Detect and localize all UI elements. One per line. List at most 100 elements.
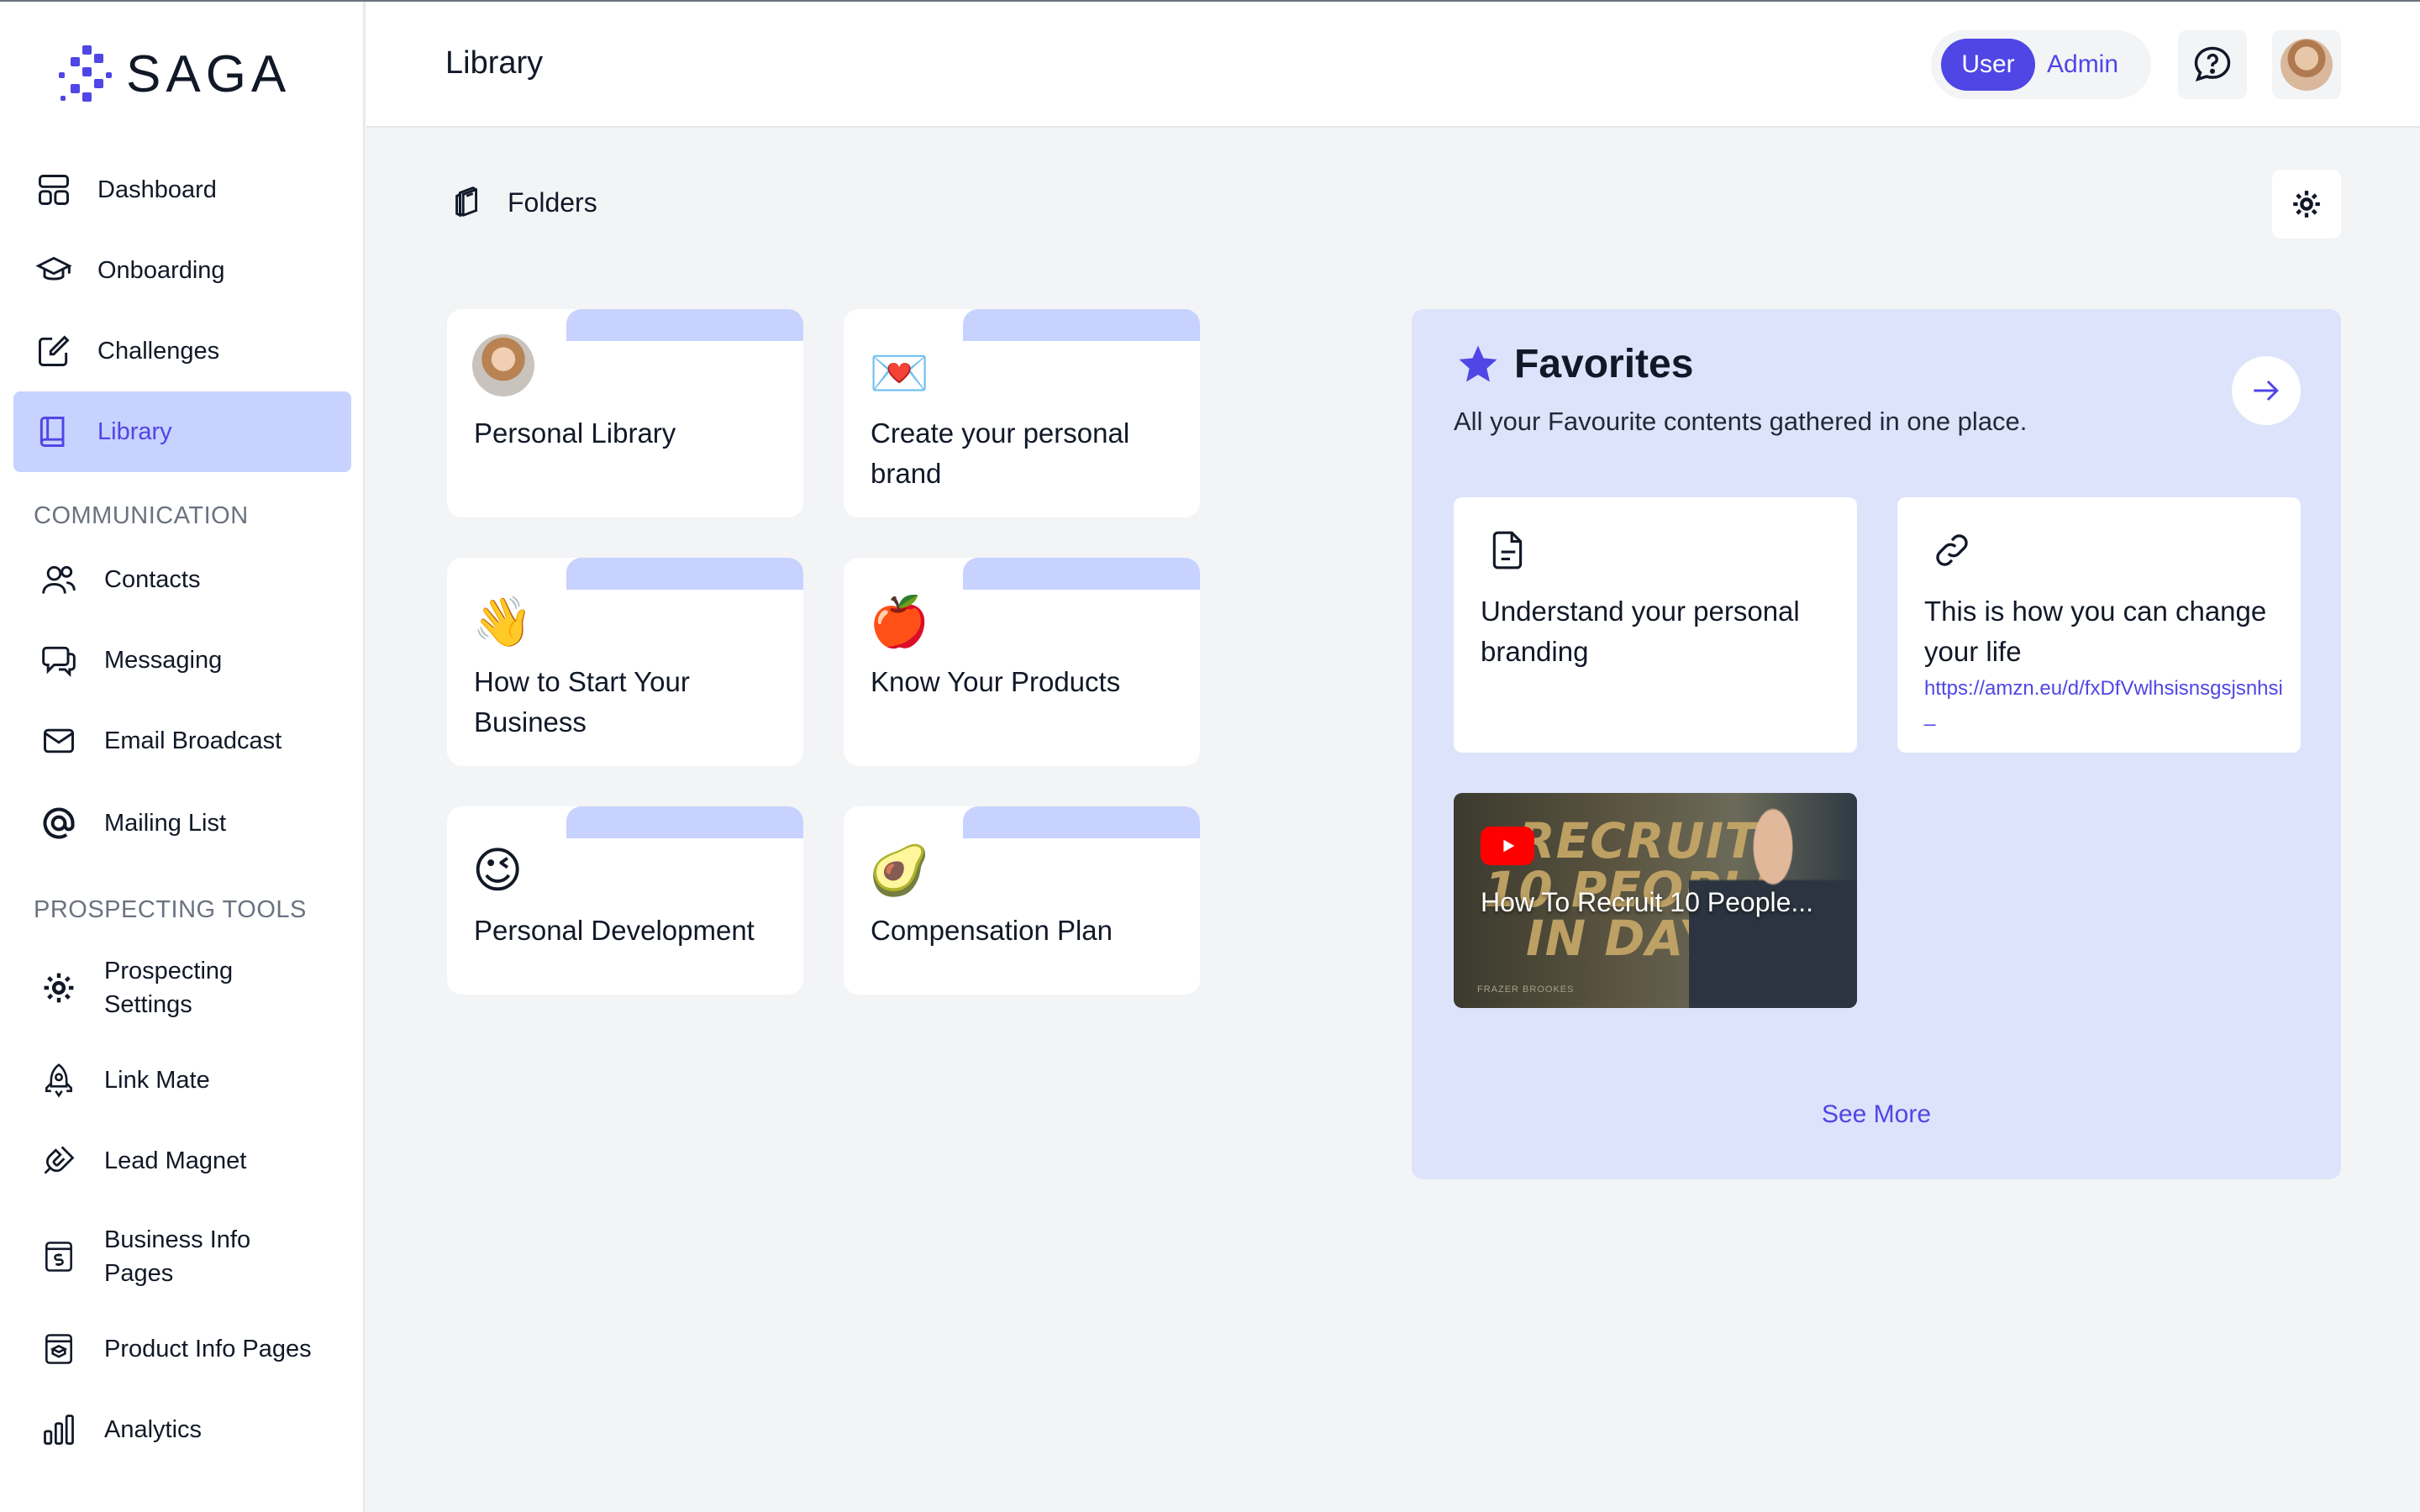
at-sign-icon: [43, 807, 75, 839]
favorite-title: Understand your personal branding: [1481, 596, 1800, 667]
sidebar: SAGA Dashboard Onboarding Challenges Lib…: [0, 2, 365, 1512]
sidebar-item-label: Dashboard: [97, 176, 217, 203]
favorites-panel: Favorites All your Favourite contents ga…: [1412, 309, 2341, 1179]
app-logo[interactable]: SAGA: [55, 44, 291, 106]
saga-logo-icon: [59, 45, 112, 102]
dashboard-icon: [39, 175, 69, 205]
magnet-icon: [44, 1146, 75, 1174]
favorite-link[interactable]: https://amzn.eu/d/fxDfVwlhsisnsgsjsnhsi_: [1924, 675, 2286, 729]
app-name: SAGA: [126, 45, 292, 103]
folder-tab: [566, 309, 803, 341]
product-page-icon: [45, 1334, 72, 1364]
label-line: Business Info: [104, 1226, 251, 1253]
sidebar-item-label: Product Info Pages: [104, 1336, 312, 1362]
sidebar-item-onboarding[interactable]: Onboarding: [13, 230, 351, 311]
sidebar-item-lead-magnet[interactable]: Lead Magnet: [13, 1121, 351, 1201]
avatar: [2281, 39, 2333, 91]
role-admin-option[interactable]: Admin: [2047, 50, 2118, 79]
sidebar-item-prospecting-settings[interactable]: Prospecting Settings: [13, 946, 351, 1030]
folder-card-personal-library[interactable]: Personal Library: [447, 309, 803, 517]
folder-title: Create your personal brand: [871, 417, 1130, 489]
folder-tab: [566, 558, 803, 590]
sidebar-item-label: Business Info Pages: [104, 1223, 250, 1290]
help-button[interactable]: [2178, 30, 2247, 99]
gear-icon: [44, 973, 74, 1003]
play-icon: [1503, 839, 1515, 853]
role-toggle[interactable]: User Admin: [1931, 30, 2151, 99]
role-user-option[interactable]: User: [1941, 39, 2035, 91]
envelope-icon: [44, 728, 74, 753]
folder-title: Personal Development: [474, 915, 755, 946]
sidebar-item-dashboard[interactable]: Dashboard: [13, 150, 351, 230]
favorites-subtitle: All your Favourite contents gathered in …: [1454, 407, 2028, 436]
video-credit: FRAZER BROOKES: [1477, 984, 1575, 995]
winking-face-icon: 😉: [472, 842, 523, 899]
document-icon: [1492, 531, 1523, 570]
favorite-title: This is how you can change your life: [1924, 596, 2267, 667]
dollar-page-icon: [45, 1242, 72, 1272]
folder-card-compensation-plan[interactable]: 🥑 Compensation Plan: [844, 806, 1200, 995]
link-icon: [1936, 534, 1968, 566]
sidebar-item-label: Library: [97, 418, 172, 445]
folders-stack-icon: [455, 186, 478, 218]
sidebar-item-messaging[interactable]: Messaging: [13, 620, 351, 701]
label-line: Settings: [104, 991, 192, 1018]
favorites-open-button[interactable]: [2232, 356, 2301, 425]
folder-tab: [963, 806, 1200, 838]
sidebar-item-link-mate[interactable]: Link Mate: [13, 1040, 351, 1121]
folder-title: Know Your Products: [871, 666, 1121, 697]
label-line: Prospecting: [104, 958, 234, 984]
apple-icon: 🍎: [869, 593, 930, 650]
star-icon: [1459, 345, 1497, 381]
folder-title: Personal Library: [474, 417, 676, 449]
label-line: Pages: [104, 1260, 174, 1287]
rocket-icon: [45, 1063, 72, 1098]
sidebar-item-analytics[interactable]: Analytics: [13, 1389, 351, 1470]
sidebar-item-label: Contacts: [104, 566, 201, 593]
folder-title: Compensation Plan: [871, 915, 1113, 946]
folder-card-start-business[interactable]: 👋 How to Start Your Business: [447, 558, 803, 766]
graduation-cap-icon: [35, 256, 72, 281]
sidebar-item-challenges[interactable]: Challenges: [13, 311, 351, 391]
sidebar-item-library[interactable]: Library: [13, 391, 351, 472]
folder-card-create-personal-brand[interactable]: 💌 Create your personal brand: [844, 309, 1200, 517]
folder-card-personal-development[interactable]: 😉 Personal Development: [447, 806, 803, 995]
favorite-card-document[interactable]: Understand your personal branding: [1454, 497, 1857, 753]
sidebar-item-contacts[interactable]: Contacts: [13, 539, 351, 620]
sidebar-item-mailing-list[interactable]: Mailing List: [13, 783, 351, 864]
gear-icon: [2293, 191, 2320, 218]
bar-chart-icon: [44, 1415, 74, 1445]
folders-heading: Folders: [449, 183, 597, 222]
sidebar-item-label: Messaging: [104, 647, 223, 674]
sidebar-item-email-broadcast[interactable]: Email Broadcast: [13, 701, 351, 781]
users-icon: [42, 565, 76, 594]
avocado-icon: 🥑: [869, 842, 930, 899]
folder-card-know-products[interactable]: 🍎 Know Your Products: [844, 558, 1200, 766]
section-label-communication: COMMUNICATION: [34, 502, 249, 529]
see-more-link[interactable]: See More: [1412, 1100, 2341, 1129]
folder-tab: [566, 806, 803, 838]
top-header: Library User Admin: [366, 2, 2420, 128]
sidebar-item-label: Mailing List: [104, 810, 227, 837]
video-title: How To Recruit 10 People...: [1481, 887, 1814, 917]
folder-tab: [963, 309, 1200, 341]
sidebar-item-label: Prospecting Settings: [104, 954, 233, 1021]
favorite-card-link[interactable]: This is how you can change your life htt…: [1897, 497, 2301, 753]
sidebar-item-label: Analytics: [104, 1416, 203, 1443]
folder-settings-button[interactable]: [2272, 170, 2341, 239]
arrow-right-icon: [2254, 380, 2279, 402]
favorites-heading: Favorites: [1455, 341, 1693, 387]
section-label-prospecting-tools: PROSPECTING TOOLS: [34, 896, 307, 923]
favorite-video-card[interactable]: RECRUIT 10 PEOPLE IN DAYS How To Recruit…: [1454, 793, 1857, 1008]
waving-hand-icon: 👋: [472, 593, 534, 650]
sidebar-item-label: Lead Magnet: [104, 1147, 247, 1174]
sidebar-item-product-info-pages[interactable]: Product Info Pages: [13, 1309, 351, 1389]
chat-bubbles-icon: [42, 646, 76, 678]
youtube-play-icon[interactable]: [1481, 827, 1534, 865]
sidebar-item-label: Email Broadcast: [104, 727, 282, 754]
sidebar-item-label: Challenges: [97, 338, 220, 365]
sidebar-item-business-info-pages[interactable]: Business Info Pages: [13, 1215, 351, 1299]
profile-button[interactable]: [2272, 30, 2341, 99]
book-icon: [39, 417, 65, 447]
folder-title: How to Start Your Business: [474, 666, 690, 738]
